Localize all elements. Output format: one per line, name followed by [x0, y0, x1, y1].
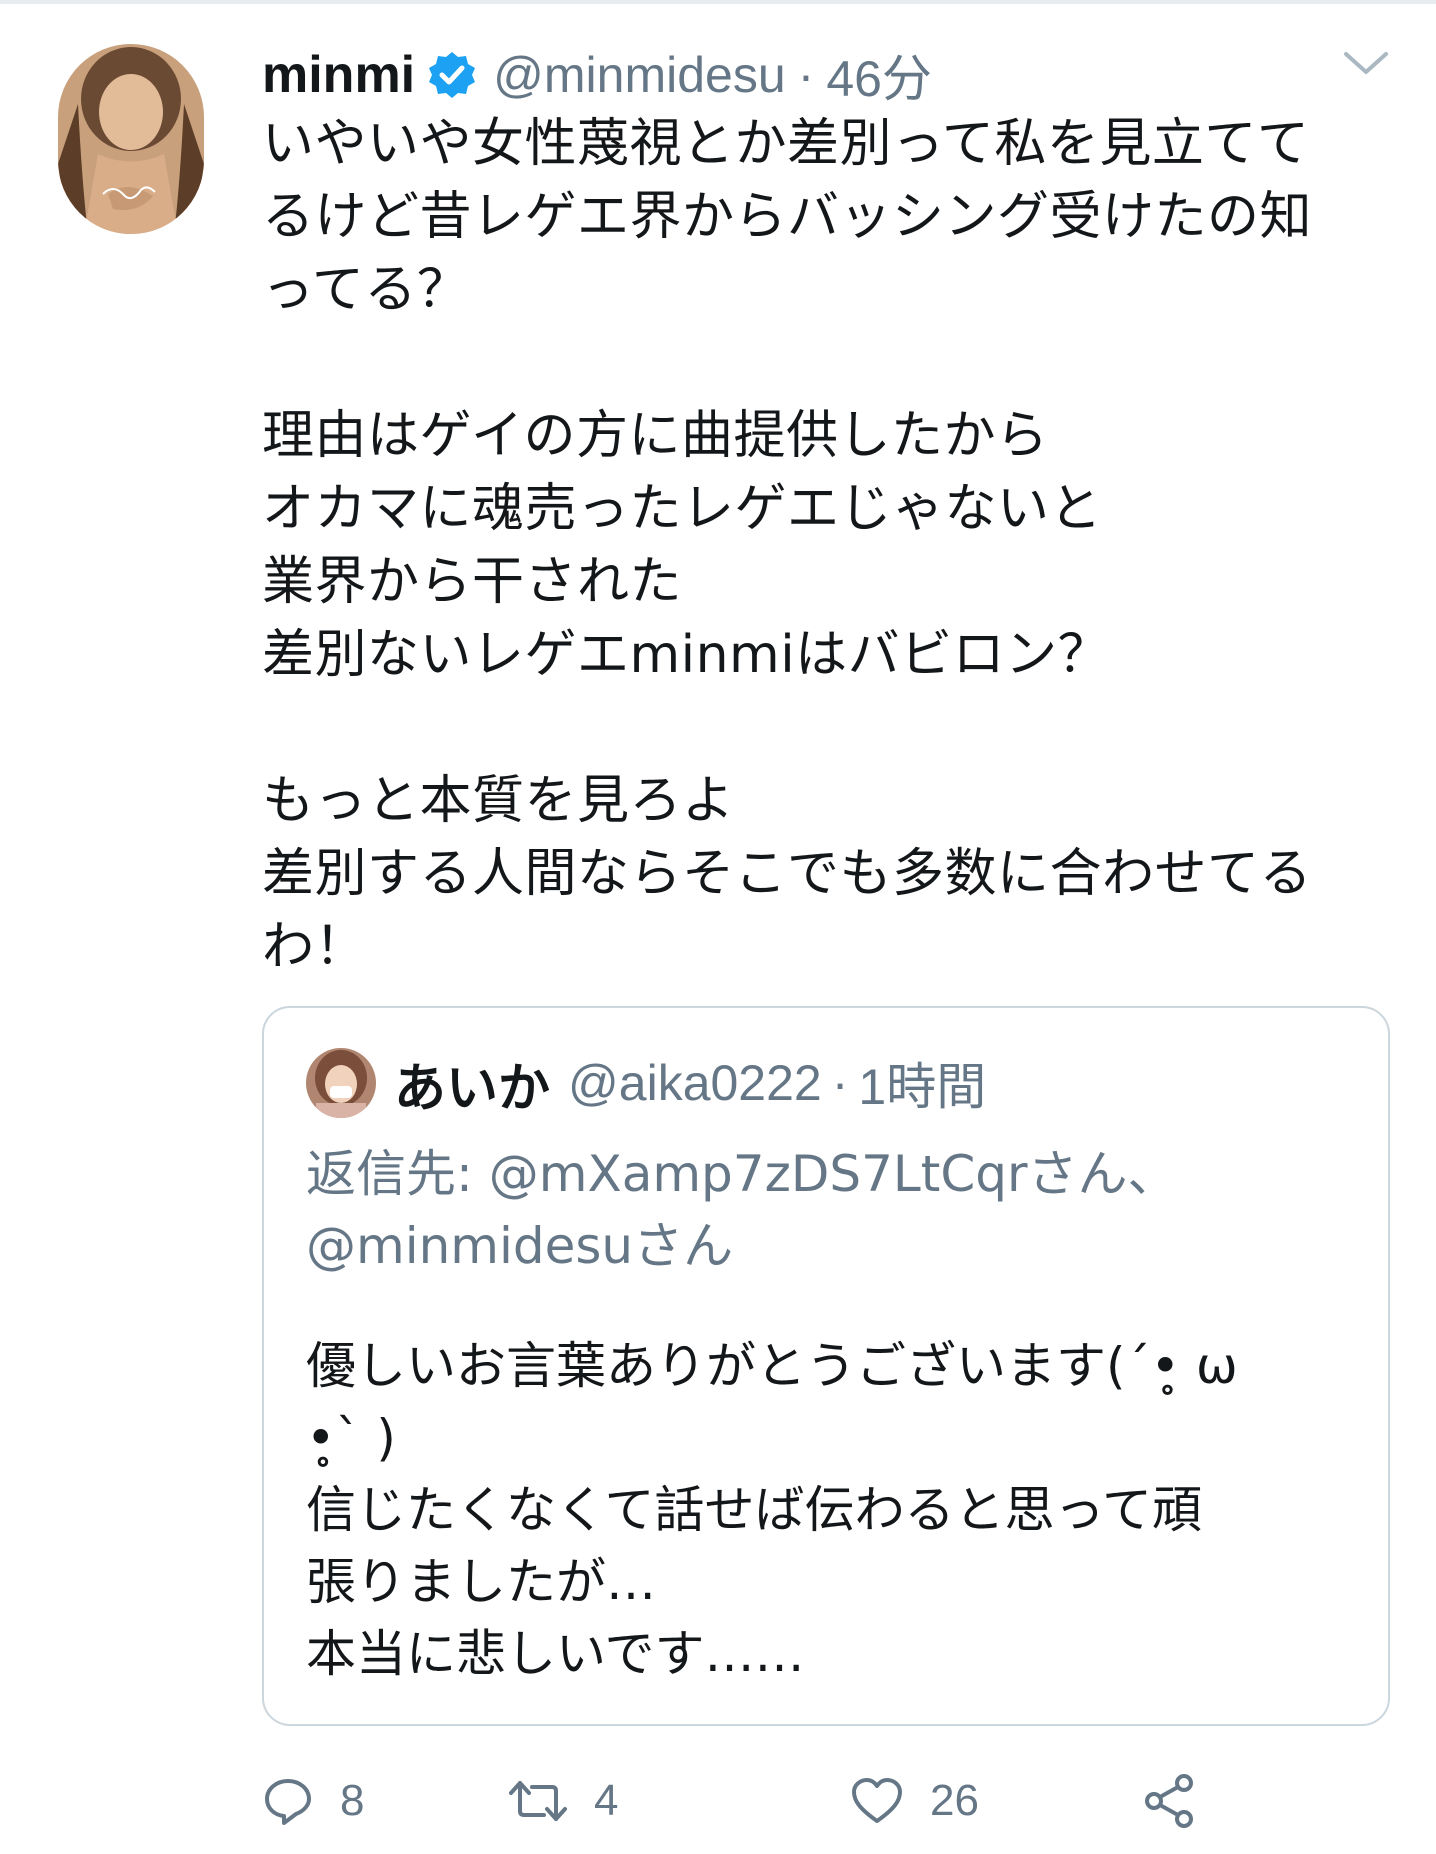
like-count: 26 [930, 1776, 979, 1825]
author-avatar[interactable] [58, 44, 204, 234]
quoted-tweet-header: あいか @aika0222 · 1時間 [394, 1048, 987, 1119]
quoted-tweet-body: 優しいお言葉ありがとうございます(´•̥ ω •̥` ) 信じたくなくて話せば伝… [306, 1337, 1238, 1683]
tweet-header: minmi @minmidesu · 46分 [262, 40, 932, 110]
reply-icon [262, 1775, 314, 1827]
avatar-photo [58, 44, 204, 234]
reply-button[interactable]: 8 [262, 1766, 364, 1836]
quoted-header-separator: · [831, 1055, 849, 1111]
header-separator: · [797, 47, 815, 103]
author-name[interactable]: minmi [262, 45, 415, 105]
quoted-author-name: あいか [394, 1058, 551, 1119]
verified-badge-icon [427, 50, 477, 100]
quoted-tweet-timestamp: 1時間 [858, 1059, 987, 1115]
chevron-down-icon[interactable] [1340, 44, 1392, 84]
retweet-icon [508, 1775, 568, 1827]
author-handle[interactable]: @minmidesu [493, 46, 786, 104]
reply-count: 8 [340, 1776, 365, 1825]
quoted-author-avatar [306, 1048, 376, 1118]
quoted-reply-to: 返信先: @mXamp7zDS7LtCqrさん、 @minmidesuさん [306, 1145, 1178, 1275]
share-button[interactable] [1142, 1766, 1198, 1836]
retweet-button[interactable]: 4 [508, 1766, 618, 1836]
quoted-tweet-card[interactable]: あいか @aika0222 · 1時間 返信先: @mXamp7zDS7LtCq… [262, 1006, 1390, 1726]
tweet-actions-bar: 8 4 26 [262, 1766, 1402, 1836]
quoted-author-handle: @aika0222 [568, 1055, 822, 1111]
heart-icon [850, 1775, 904, 1827]
share-icon [1142, 1773, 1198, 1829]
tweet-body: いやいや女性蔑視とか差別って私を見立てて るけど昔レゲエ界からバッシング受けたの… [262, 114, 1313, 977]
like-button[interactable]: 26 [850, 1766, 979, 1836]
tweet-timestamp[interactable]: 46分 [826, 39, 932, 111]
retweet-count: 4 [594, 1776, 619, 1825]
top-divider [0, 0, 1436, 4]
